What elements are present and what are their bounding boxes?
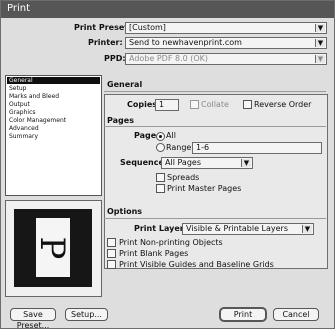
print-blank-pages-checkbox[interactable] bbox=[107, 249, 116, 258]
page-preview-letter: P bbox=[32, 236, 72, 260]
print-master-pages-checkbox[interactable] bbox=[156, 184, 165, 193]
print-preset-value: [Custom] bbox=[129, 23, 166, 32]
sidebar-item-output[interactable]: Output bbox=[7, 101, 100, 108]
print-preset-select[interactable]: [Custom] ▼ bbox=[125, 22, 327, 34]
print-layers-select[interactable]: Visible & Printable Layers ▼ bbox=[182, 223, 314, 235]
sidebar-item-marks-and-bleed[interactable]: Marks and Bleed bbox=[7, 93, 100, 100]
sequence-value: All Pages bbox=[165, 158, 201, 167]
print-visible-guides-checkbox[interactable] bbox=[107, 260, 116, 269]
sidebar-item-setup[interactable]: Setup bbox=[7, 85, 100, 92]
copies-value: 1 bbox=[159, 100, 165, 109]
ppd-label: PPD: bbox=[104, 54, 126, 63]
spreads-label: Spreads bbox=[167, 173, 200, 182]
window-titlebar: Print bbox=[1, 1, 334, 18]
ppd-select: Adobe PDF 8.0 (OK) ▼ bbox=[125, 53, 327, 65]
all-pages-label: All bbox=[166, 131, 176, 140]
general-separator bbox=[104, 91, 326, 92]
ppd-value: Adobe PDF 8.0 (OK) bbox=[129, 54, 209, 63]
sidebar-item-graphics[interactable]: Graphics bbox=[7, 109, 100, 116]
print-non-printing-label: Print Non-printing Objects bbox=[119, 238, 223, 247]
chevron-down-icon: ▼ bbox=[315, 24, 325, 32]
window-title: Print bbox=[7, 3, 31, 14]
page-preview: P bbox=[5, 200, 102, 297]
save-preset-button[interactable]: Save Preset... bbox=[10, 308, 56, 330]
spreads-checkbox[interactable] bbox=[156, 173, 165, 182]
chevron-down-icon: ▼ bbox=[302, 225, 312, 233]
chevron-down-icon: ▼ bbox=[315, 55, 325, 63]
range-field[interactable]: 1-6 bbox=[192, 142, 322, 154]
pages-separator bbox=[104, 126, 326, 127]
sidebar-item-summary[interactable]: Summary bbox=[7, 133, 100, 140]
collate-checkbox[interactable] bbox=[190, 100, 199, 109]
reverse-order-checkbox[interactable] bbox=[243, 100, 252, 109]
printer-select[interactable]: Send to newhavenprint.com ▼ bbox=[125, 37, 327, 49]
chevron-down-icon: ▼ bbox=[315, 39, 325, 47]
pages-section-title: Pages bbox=[107, 116, 134, 125]
all-pages-radio[interactable] bbox=[156, 132, 165, 141]
print-layers-value: Visible & Printable Layers bbox=[186, 224, 288, 233]
page-preview-icon: P bbox=[32, 218, 72, 277]
options-separator bbox=[104, 218, 326, 219]
setup-button[interactable]: Setup... bbox=[65, 308, 108, 321]
sidebar-item-advanced[interactable]: Advanced bbox=[7, 125, 100, 132]
sidebar-item-general[interactable]: General bbox=[7, 77, 100, 84]
collate-label: Collate bbox=[201, 100, 229, 109]
general-section-title: General bbox=[107, 80, 143, 89]
range-radio[interactable] bbox=[156, 143, 165, 152]
sequence-select[interactable]: All Pages ▼ bbox=[161, 157, 253, 169]
print-blank-pages-label: Print Blank Pages bbox=[119, 249, 189, 258]
chevron-down-icon: ▼ bbox=[241, 159, 251, 167]
print-non-printing-checkbox[interactable] bbox=[107, 238, 116, 247]
range-value: 1-6 bbox=[196, 143, 210, 152]
print-visible-guides-label: Print Visible Guides and Baseline Grids bbox=[119, 260, 274, 269]
reverse-order-label: Reverse Order bbox=[254, 100, 312, 109]
sidebar-list: General Setup Marks and Bleed Output Gra… bbox=[5, 75, 102, 196]
printer-value: Send to newhavenprint.com bbox=[129, 38, 242, 47]
page-preview-frame: P bbox=[14, 209, 92, 287]
copies-field[interactable]: 1 bbox=[155, 99, 179, 111]
print-button[interactable]: Print bbox=[220, 308, 266, 321]
cancel-button[interactable]: Cancel bbox=[273, 308, 319, 321]
print-master-pages-label: Print Master Pages bbox=[167, 184, 242, 193]
printer-label: Printer: bbox=[88, 38, 123, 47]
sidebar-item-color-management[interactable]: Color Management bbox=[7, 117, 100, 124]
print-preset-label: Print Preset: bbox=[74, 23, 132, 32]
options-section-title: Options bbox=[107, 207, 143, 216]
range-label: Range: bbox=[166, 143, 195, 152]
print-dialog: Print Print Preset: [Custom] ▼ Printer: … bbox=[0, 0, 335, 330]
